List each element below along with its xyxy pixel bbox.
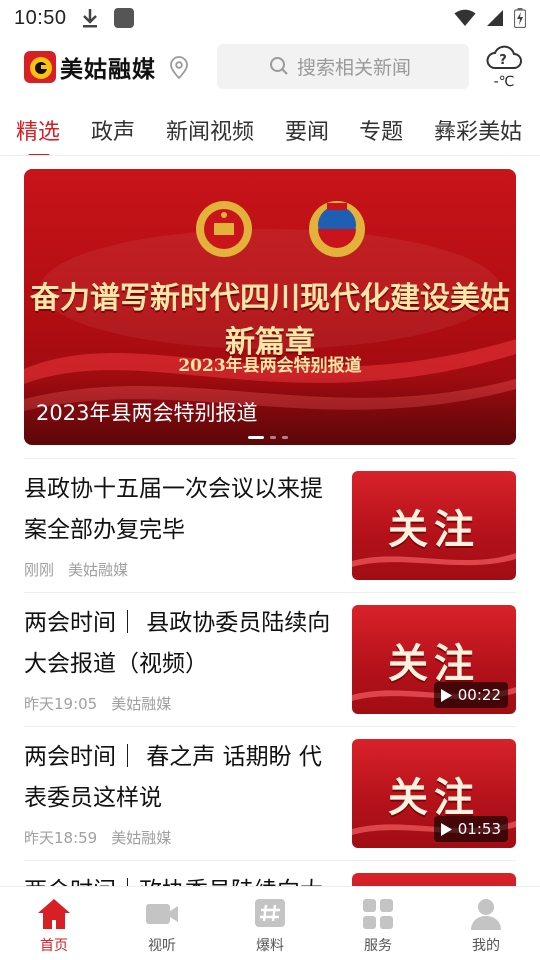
tab-featured[interactable]: 精选 — [16, 108, 60, 156]
play-icon — [440, 688, 452, 702]
app-logo[interactable]: 美姑融媒 — [24, 50, 156, 84]
home-icon — [38, 899, 70, 929]
grid-icon — [363, 899, 393, 929]
video-camera-icon — [146, 904, 178, 924]
search-placeholder: 搜索相关新闻 — [297, 57, 412, 79]
news-title: 县政协十五届一次会议以来提案全部办复完毕 — [24, 476, 323, 543]
cloud-question-icon: ? — [486, 45, 522, 69]
tab-topics[interactable]: 专题 — [359, 108, 403, 146]
video-duration-badge: 00:22 — [433, 682, 508, 708]
news-meta: 昨天18:59 美姑融媒 — [24, 827, 171, 848]
bottom-nav: 首页 视听 爆料 服务 我的 — [0, 886, 540, 960]
nav-profile-label: 我的 — [472, 938, 500, 954]
nav-services[interactable]: 服务 — [324, 887, 432, 960]
news-title: 两会时间｜ 县政协委员陆续向大会报道（视频） — [24, 610, 331, 677]
video-duration-badge: 01:53 — [433, 816, 508, 842]
national-emblem-icon — [196, 201, 252, 257]
news-meta: 刚刚 美姑融媒 — [24, 559, 128, 580]
carousel-dot[interactable] — [282, 436, 288, 439]
news-source: 美姑融媒 — [111, 829, 172, 847]
news-item[interactable]: 两会时间｜ 县政协委员陆续向大会报道（视频） 昨天19:05 美姑融媒 关注 00… — [24, 592, 516, 726]
thumbnail-swoosh — [352, 553, 516, 567]
news-item[interactable]: 两会时间｜ 春之声 话期盼 代表委员这样说 昨天18:59 美姑融媒 关注 01:… — [24, 726, 516, 860]
video-duration: 00:22 — [457, 686, 501, 704]
news-source: 美姑融媒 — [68, 561, 129, 579]
news-time: 刚刚 — [24, 561, 55, 579]
tabs-divider — [0, 155, 540, 156]
svg-text:?: ? — [499, 53, 507, 68]
news-time: 昨天18:59 — [24, 829, 98, 847]
nav-tipoff-label: 爆料 — [256, 938, 284, 954]
signal-icon — [487, 10, 503, 26]
hashtag-icon — [255, 899, 285, 927]
tab-yi-culture[interactable]: 彝彩美姑 — [434, 108, 522, 146]
banner-subtitle: 2023年县两会特别报道 — [178, 356, 362, 376]
nav-av-label: 视听 — [148, 938, 176, 954]
location-pin-icon[interactable] — [168, 56, 190, 80]
banner-caption: 2023年县两会特别报道 — [36, 401, 258, 425]
wifi-icon — [454, 9, 476, 26]
tab-politics[interactable]: 政声 — [91, 108, 135, 146]
news-list: 县政协十五届一次会议以来提案全部办复完毕 刚刚 美姑融媒 关注 两会时间｜ 县政协… — [0, 458, 540, 960]
search-input[interactable]: 搜索相关新闻 — [217, 44, 469, 89]
status-bar: 10:50 — [0, 0, 540, 36]
channel-tabs: 精选 政声 新闻视频 要闻 专题 彝彩美姑 — [0, 108, 540, 156]
nav-services-label: 服务 — [364, 938, 392, 954]
nav-av[interactable]: 视听 — [108, 887, 216, 960]
weather-widget[interactable]: ? -℃ — [484, 42, 524, 94]
news-title: 两会时间｜ 春之声 话期盼 代表委员这样说 — [24, 744, 322, 811]
search-icon — [270, 57, 288, 75]
carousel-indicator — [248, 436, 288, 439]
download-icon — [82, 9, 97, 28]
banner-headline: 奋力谱写新时代四川现代化建设美姑新篇章 — [30, 281, 510, 360]
video-duration: 01:53 — [457, 820, 501, 838]
logo-mark-icon — [24, 51, 56, 83]
logo-text: 美姑融媒 — [60, 57, 156, 83]
news-source: 美姑融媒 — [111, 695, 172, 713]
cppcc-emblem-icon — [309, 201, 365, 257]
user-icon — [471, 899, 501, 930]
news-meta: 昨天19:05 美姑融媒 — [24, 693, 171, 714]
nav-home-label: 首页 — [40, 938, 68, 954]
news-thumbnail: 关注 01:53 — [352, 739, 516, 848]
tab-news-video[interactable]: 新闻视频 — [166, 108, 254, 146]
carousel-dot[interactable] — [248, 436, 264, 439]
news-item[interactable]: 县政协十五届一次会议以来提案全部办复完毕 刚刚 美姑融媒 关注 — [24, 458, 516, 592]
news-time: 昨天19:05 — [24, 695, 98, 713]
news-thumbnail: 关注 00:22 — [352, 605, 516, 714]
tab-headlines[interactable]: 要闻 — [285, 108, 329, 146]
nav-profile[interactable]: 我的 — [432, 887, 540, 960]
nav-home[interactable]: 首页 — [0, 887, 108, 960]
weather-temp: -℃ — [493, 74, 515, 90]
nav-tipoff[interactable]: 爆料 — [216, 887, 324, 960]
carousel-dot[interactable] — [270, 436, 276, 439]
app-header: 美姑融媒 搜索相关新闻 ? -℃ — [0, 40, 540, 96]
battery-charging-icon — [514, 8, 526, 28]
banner-carousel[interactable]: 奋力谱写新时代四川现代化建设美姑新篇章 2023年县两会特别报道 2023年县两… — [24, 169, 516, 445]
status-time: 10:50 — [14, 6, 67, 29]
notification-square-icon — [113, 8, 134, 28]
play-icon — [440, 822, 452, 836]
news-thumbnail: 关注 — [352, 471, 516, 580]
